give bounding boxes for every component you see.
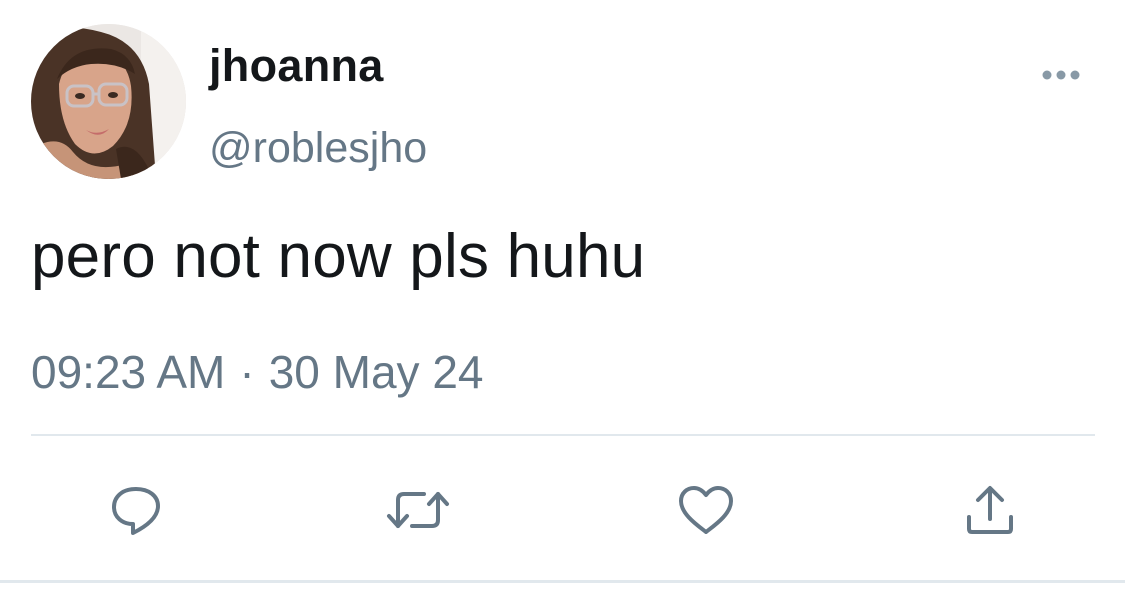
- tweet-text: pero not now pls huhu: [31, 222, 646, 291]
- more-options-icon[interactable]: [1030, 52, 1092, 98]
- share-icon: [967, 486, 1013, 534]
- avatar[interactable]: [31, 24, 186, 179]
- like-button[interactable]: [674, 478, 738, 542]
- display-name[interactable]: jhoanna: [209, 40, 384, 92]
- tweet-timestamp[interactable]: 09:23 AM · 30 May 24: [31, 345, 483, 399]
- tweet-date: 30 May 24: [268, 346, 484, 398]
- heart-icon: [679, 486, 733, 534]
- meta-separator: ·: [239, 346, 255, 398]
- retweet-button[interactable]: [386, 478, 450, 542]
- reply-button[interactable]: [104, 478, 168, 542]
- tweet-card: jhoanna @roblesjho pero not now pls huhu…: [0, 0, 1125, 600]
- share-button[interactable]: [958, 478, 1022, 542]
- tweet-time: 09:23 AM: [31, 346, 226, 398]
- divider: [31, 434, 1095, 436]
- bottom-divider: [0, 580, 1125, 583]
- reply-icon: [112, 487, 160, 535]
- user-handle[interactable]: @roblesjho: [209, 124, 427, 173]
- retweet-icon: [387, 492, 449, 528]
- avatar-photo: [31, 24, 186, 179]
